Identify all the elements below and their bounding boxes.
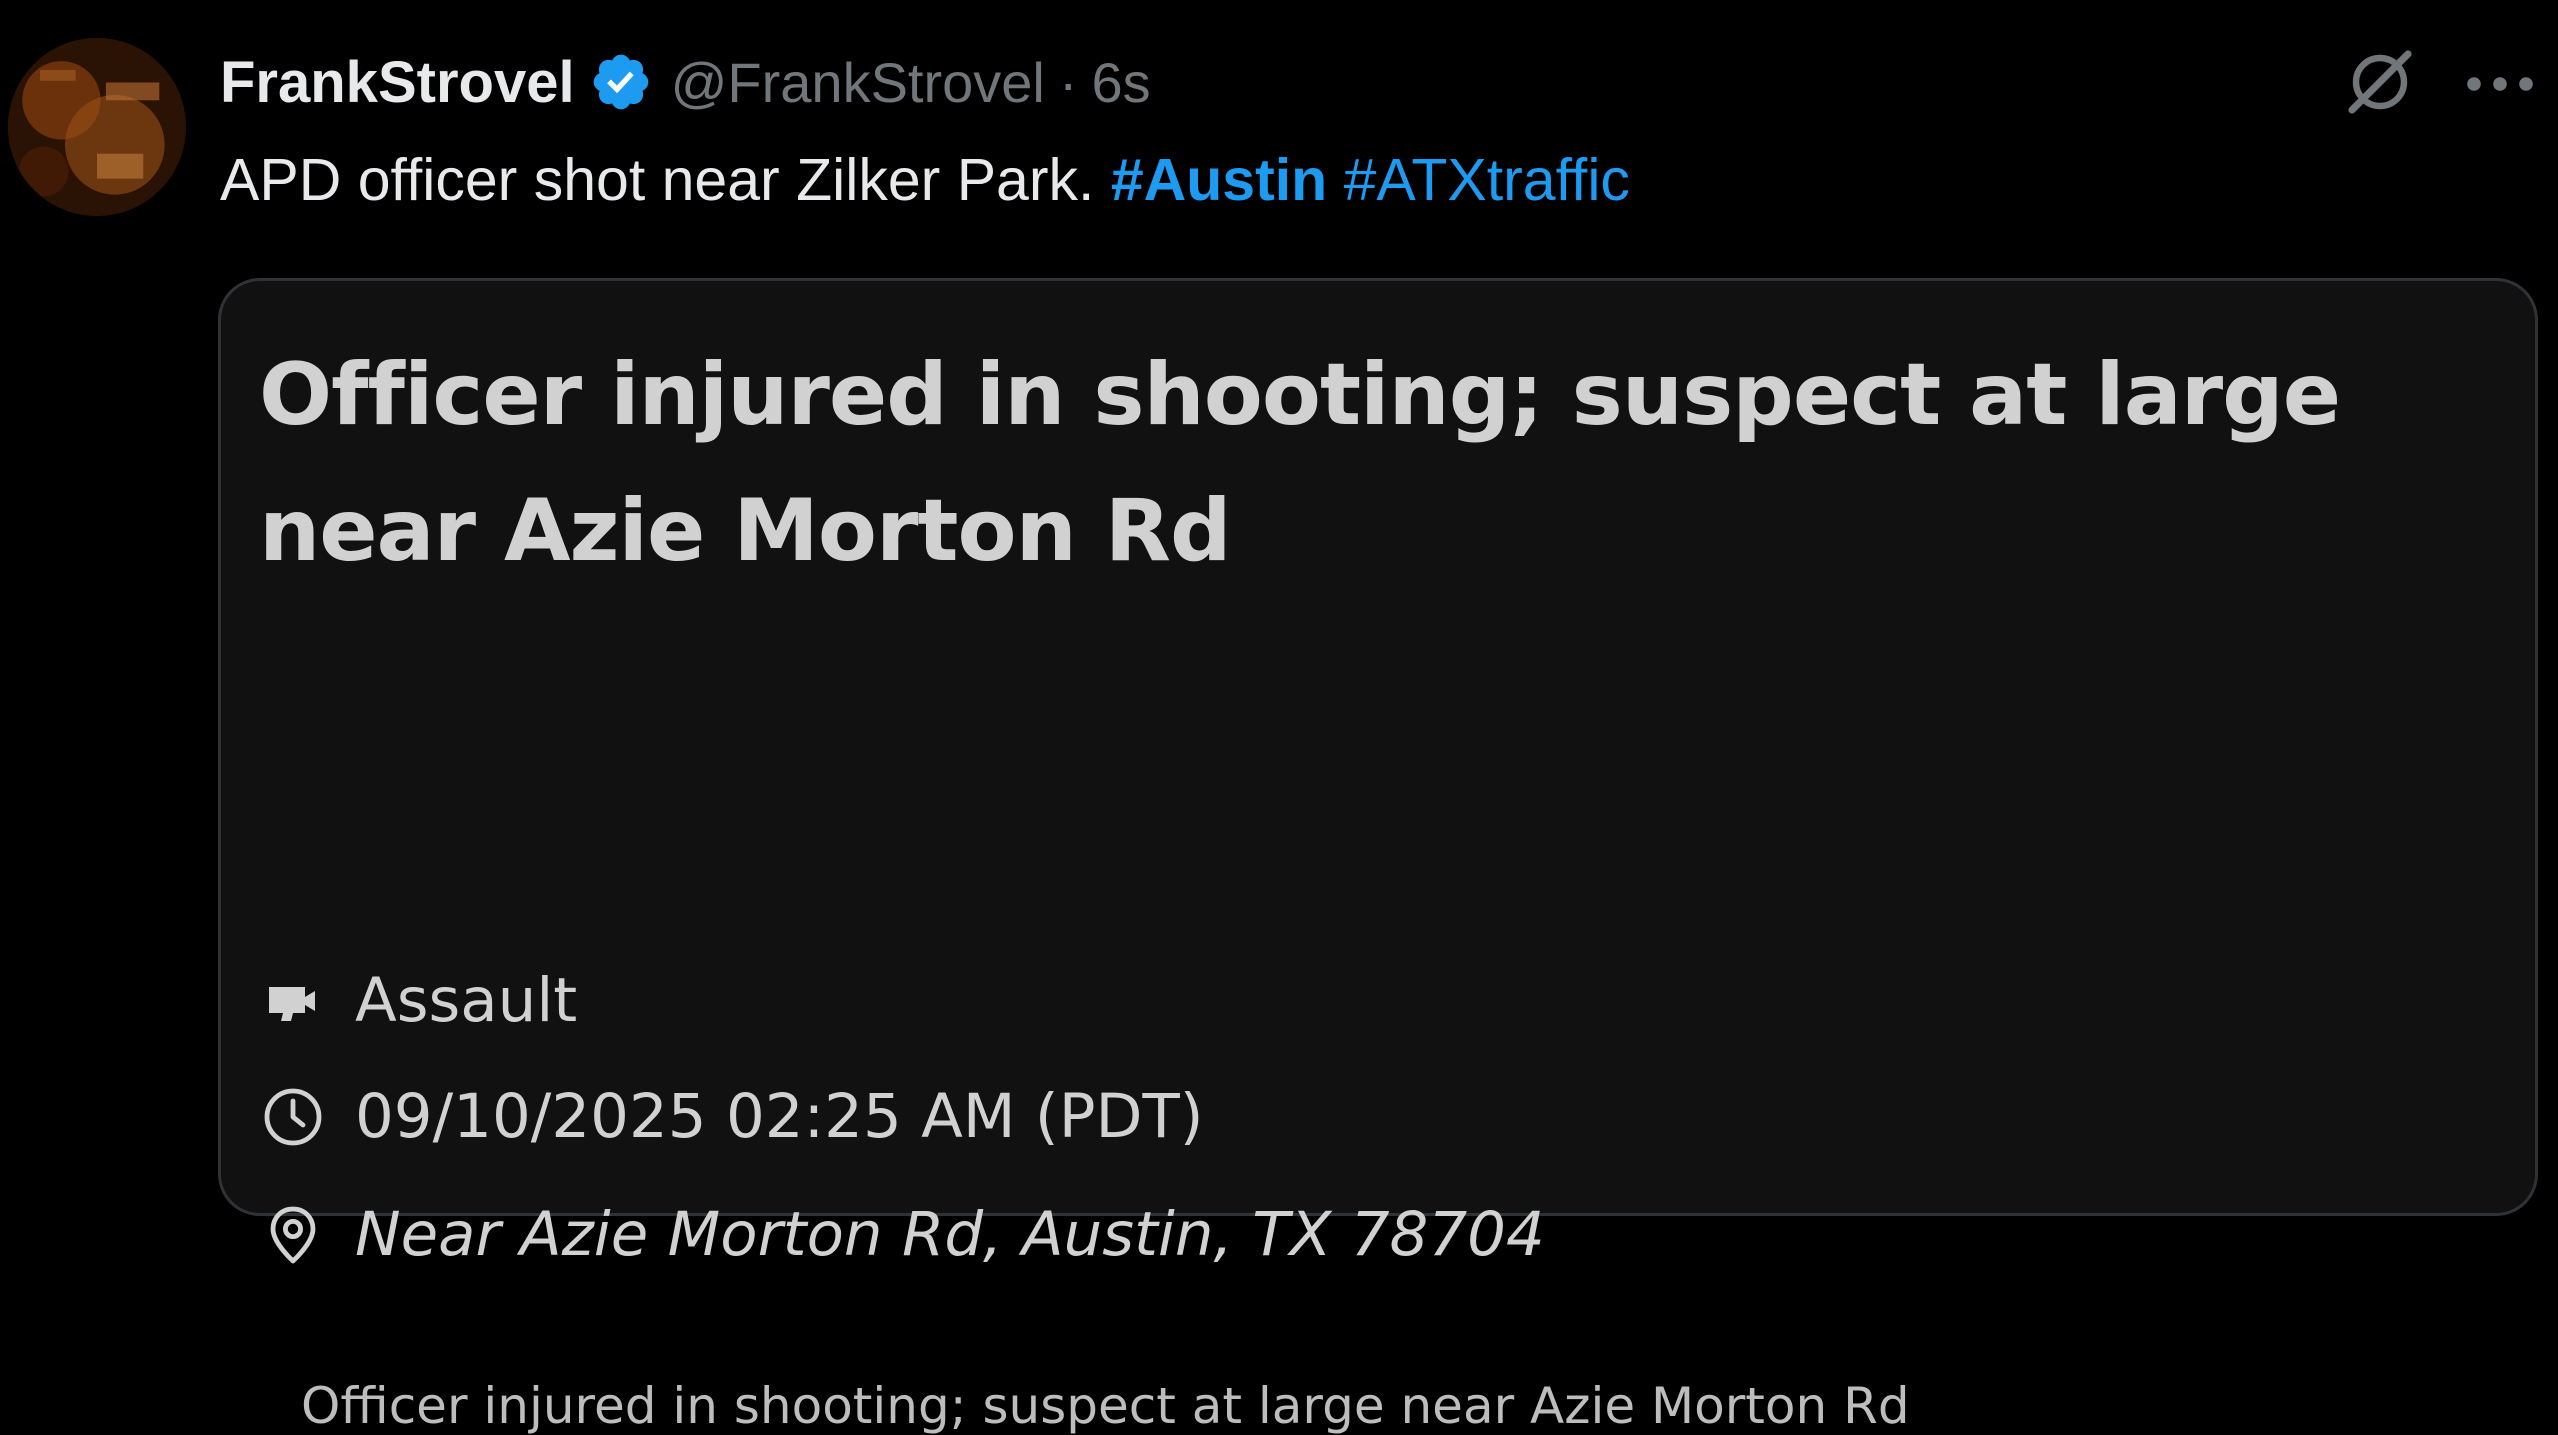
more-options-icon[interactable] [2462,52,2538,116]
tweet-text-body: APD officer shot near Zilker Park. [220,147,1095,213]
header-separator: · [1058,50,1078,114]
tweet-timestamp[interactable]: 6s [1092,50,1151,115]
card-category-row: Assault [261,965,577,1036]
author-handle[interactable]: @FrankStrovel [671,50,1045,115]
incident-card[interactable]: Officer injured in shooting; suspect at … [218,278,2538,1435]
avatar-image [8,38,186,216]
hashtag-atxtraffic[interactable]: #ATXtraffic [1344,147,1630,213]
hashtag-austin[interactable]: #Austin [1111,147,1327,213]
tweet-header: FrankStrovel @FrankStrovel · 6s [220,42,1151,122]
incident-category-icon [261,969,325,1033]
card-location: Near Azie Morton Rd, Austin, TX 78704 [355,1199,1545,1270]
tweet-text: APD officer shot near Zilker Park. #Aust… [220,140,1630,220]
card-datetime-row: 09/10/2025 02:25 AM (PDT) [261,1081,1204,1152]
verified-badge-icon [589,50,653,114]
card-datetime: 09/10/2025 02:25 AM (PDT) [355,1081,1204,1152]
card-category: Assault [355,965,578,1036]
map-pin-icon [261,1203,325,1267]
grok-icon[interactable] [2340,42,2420,122]
card-summary: Officer injured in shooting; suspect at … [301,1377,1910,1435]
card-location-row: Near Azie Morton Rd, Austin, TX 78704 [261,1199,1545,1270]
author-name[interactable]: FrankStrovel [220,49,575,116]
card-title: Officer injured in shooting; suspect at … [259,345,2341,581]
avatar[interactable] [8,38,186,216]
clock-icon [261,1085,325,1149]
